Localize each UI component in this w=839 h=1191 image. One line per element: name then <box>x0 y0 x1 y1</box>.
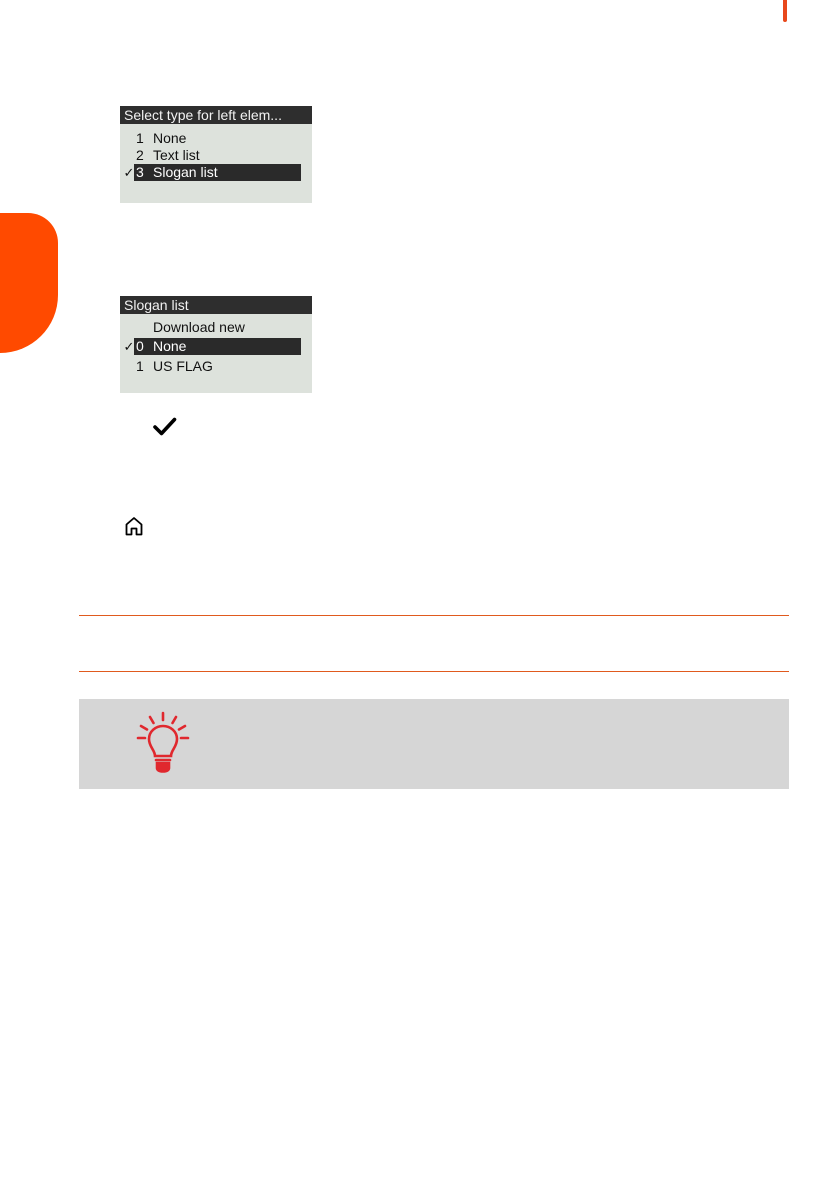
divider-top <box>79 615 789 616</box>
check-mark: ✓ <box>123 165 135 180</box>
item-number: 0 <box>136 338 144 354</box>
lightbulb-icon <box>136 711 190 773</box>
chapter-tab <box>0 213 58 353</box>
item-number: 2 <box>136 147 144 163</box>
list-item[interactable]: 1 US FLAG <box>120 358 312 375</box>
item-label: US FLAG <box>153 358 213 374</box>
item-number: 1 <box>136 130 144 146</box>
check-mark: ✓ <box>123 339 135 354</box>
item-label: None <box>153 338 187 354</box>
item-label: Download new <box>153 319 245 335</box>
item-label: Slogan list <box>153 164 218 180</box>
check-icon <box>153 417 177 436</box>
list-item[interactable]: Download new <box>120 319 312 336</box>
list-item[interactable]: 2 Text list <box>120 147 312 164</box>
item-number: 1 <box>136 358 144 374</box>
list-item-selected[interactable]: ✓ 0 None <box>120 338 312 355</box>
item-label: None <box>153 130 187 146</box>
lcd-title: Slogan list <box>120 296 312 314</box>
tip-box <box>79 699 789 789</box>
item-number: 3 <box>136 164 144 180</box>
lcd-screen-type-select: Select type for left elem... 1 None 2 Te… <box>120 106 312 203</box>
home-icon <box>125 517 143 536</box>
item-label: Text list <box>153 147 200 163</box>
lcd-title: Select type for left elem... <box>120 106 312 124</box>
divider-bottom <box>79 671 789 672</box>
list-item[interactable]: 1 None <box>120 130 312 147</box>
page-edge-marker <box>783 0 787 22</box>
lcd-screen-slogan-list: Slogan list Download new ✓ 0 None 1 US F… <box>120 296 312 393</box>
list-item-selected[interactable]: ✓ 3 Slogan list <box>120 164 312 181</box>
